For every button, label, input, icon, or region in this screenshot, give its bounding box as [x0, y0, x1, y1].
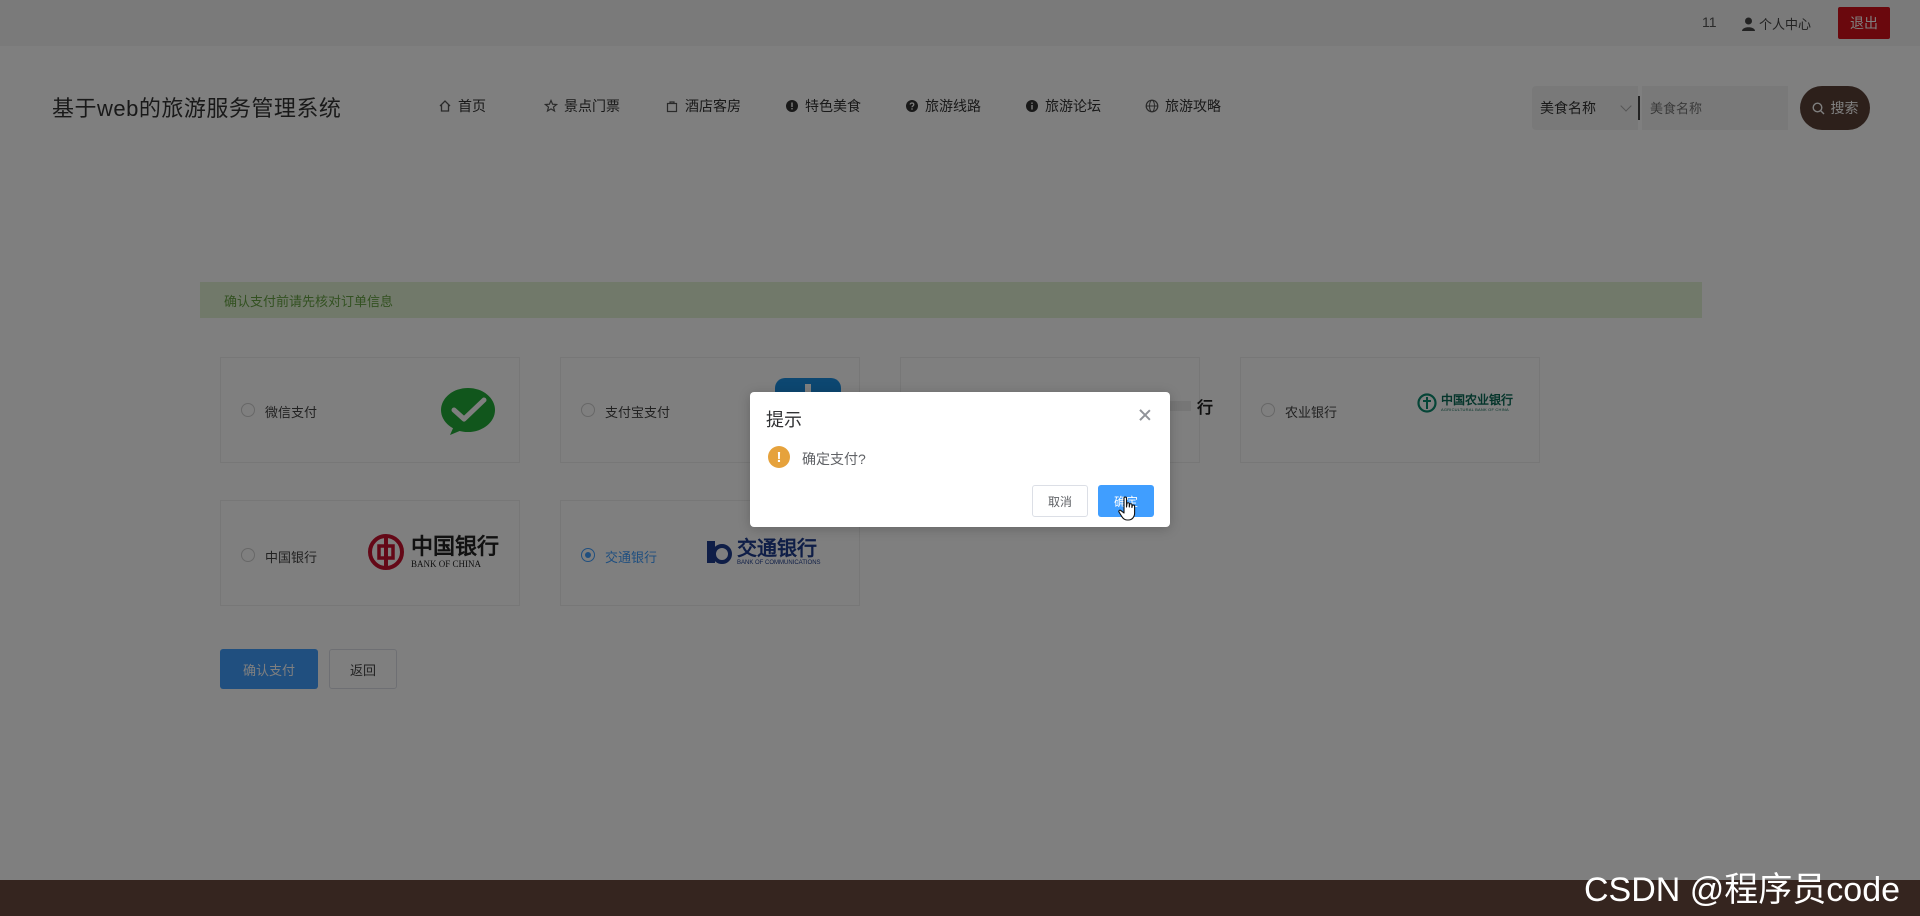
- watermark: CSDN @程序员code: [1584, 871, 1901, 909]
- hand-cursor-icon: [1118, 496, 1136, 521]
- dialog-cancel-button[interactable]: 取消: [1032, 485, 1088, 517]
- dialog-title: 提示: [766, 410, 802, 430]
- warning-icon: !: [768, 446, 790, 468]
- close-icon[interactable]: [1138, 408, 1152, 422]
- confirm-dialog: 提示 ! 确定支付? 取消 确定: [750, 392, 1170, 527]
- dialog-message: 确定支付?: [802, 451, 866, 467]
